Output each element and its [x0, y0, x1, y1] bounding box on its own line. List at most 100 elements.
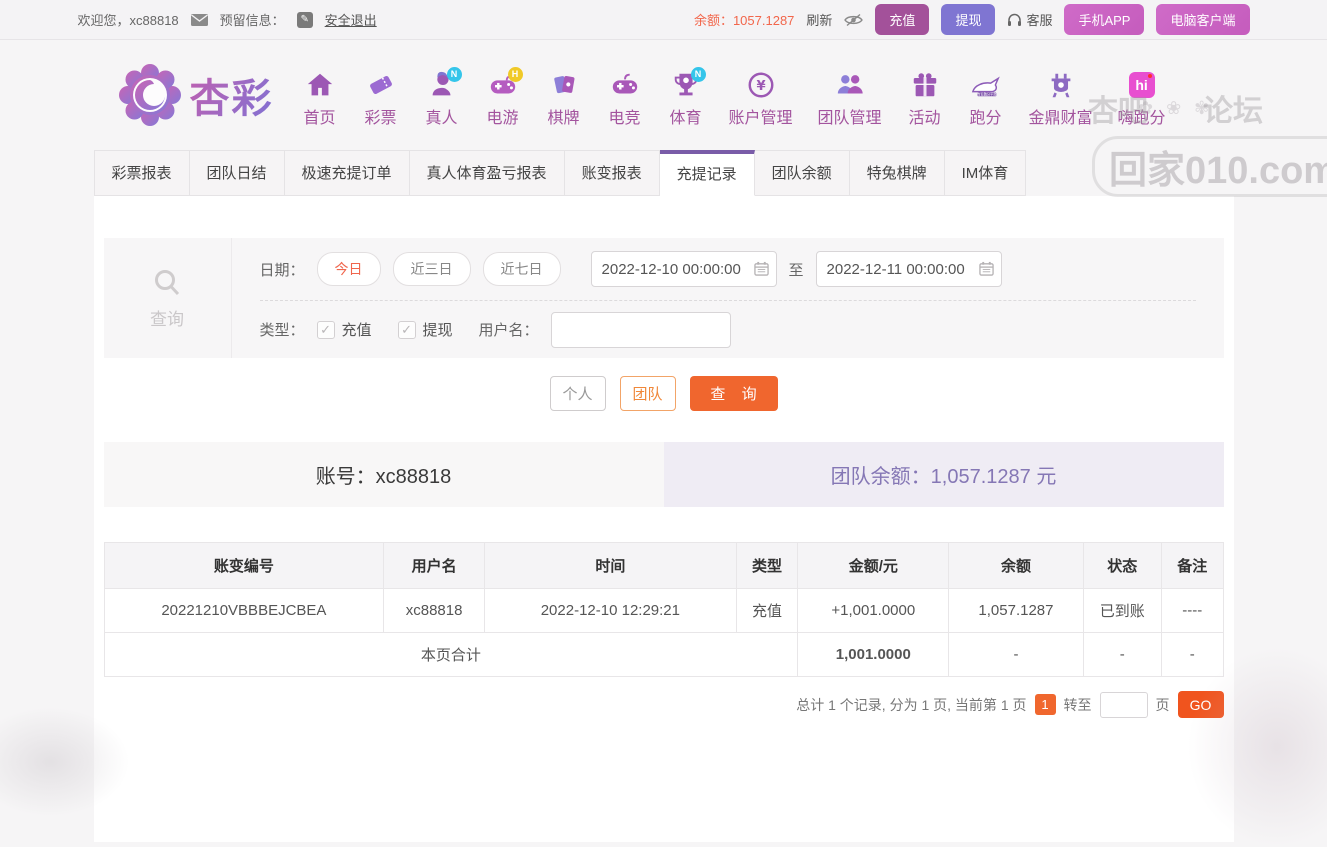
cell-type: 充值: [735, 588, 799, 633]
headset-icon: [1007, 13, 1022, 27]
nav-item-account[interactable]: ¥ 账户管理: [729, 69, 793, 128]
username-label: 用户名：: [478, 322, 539, 339]
col-amount: 金额/元: [797, 542, 950, 589]
footer-amount: 1,001.0000: [797, 632, 950, 677]
filter-side-label: 查询: [150, 309, 184, 329]
search-icon: [151, 267, 183, 299]
cell-change-id: 20221210VBBBEJCBEA: [103, 588, 385, 633]
current-page-button[interactable]: 1: [1034, 694, 1056, 715]
nav-item-esports[interactable]: 电竞: [607, 69, 643, 128]
checkbox-check-icon: ✓: [316, 320, 335, 339]
mobile-app-button[interactable]: 手机APP: [1064, 4, 1145, 35]
nav-item-sports[interactable]: N 体育: [668, 66, 706, 128]
nav-item-hipaofen[interactable]: hi 嗨跑分: [1118, 69, 1166, 128]
search-button[interactable]: 查 询: [689, 376, 778, 411]
logo-text: 杏彩: [190, 66, 274, 124]
col-username: 用户名: [383, 542, 485, 589]
team-people-icon: [833, 69, 867, 101]
tab-team-balance[interactable]: 团队余额: [754, 150, 850, 196]
eye-off-icon[interactable]: [844, 13, 864, 27]
checkbox-check-icon: ✓: [397, 320, 416, 339]
refresh-button[interactable]: 刷新: [806, 10, 832, 29]
balance-value: 1057.1287: [732, 13, 795, 28]
preset-3days[interactable]: 近三日: [392, 252, 471, 286]
nav-item-promo[interactable]: 活动: [907, 69, 943, 128]
date-to-input[interactable]: [815, 251, 1002, 287]
nav-item-lottery[interactable]: 彩票: [363, 69, 399, 128]
pagination: 总计 1 个记录, 分为 1 页, 当前第 1 页 1 转至 页 GO: [104, 691, 1224, 718]
nav-item-chess[interactable]: 棋牌: [546, 69, 582, 128]
tab-deposit-withdraw-records[interactable]: 充提记录: [659, 150, 755, 196]
table-header-row: 账变编号 用户名 时间 类型 金额/元 余额 状态 备注: [103, 542, 1224, 589]
balance-text: 余额：1057.1287: [693, 13, 795, 28]
go-button[interactable]: GO: [1177, 691, 1224, 718]
nav-item-team[interactable]: 团队管理: [818, 69, 882, 128]
cell-remark: ----: [1160, 588, 1224, 633]
withdraw-checkbox[interactable]: ✓ 提现: [397, 319, 453, 340]
svg-text:¥: ¥: [756, 79, 765, 94]
site-logo[interactable]: 杏彩: [118, 63, 274, 127]
main-nav: 首页 彩票 N 真人 H 电游 棋牌 电竞 N 体育 ¥ 账户管理 团队管理 活…: [302, 63, 1166, 128]
account-coin-icon: ¥: [744, 69, 778, 101]
gift-icon: [908, 69, 942, 101]
lottery-ticket-icon: [364, 69, 398, 101]
personal-button[interactable]: 个人: [549, 376, 606, 411]
nav-item-paofen[interactable]: 专业跑分平台 跑分: [968, 69, 1004, 128]
deposit-checkbox[interactable]: ✓ 充值: [316, 319, 372, 340]
records-table: 账变编号 用户名 时间 类型 金额/元 余额 状态 备注 20221210VBB…: [103, 542, 1224, 677]
team-button[interactable]: 团队: [619, 376, 676, 411]
cards-icon: [547, 69, 581, 101]
esports-gamepad-icon: [608, 69, 642, 101]
golden-ding-icon: [1044, 69, 1078, 101]
preset-7days[interactable]: 近七日: [482, 252, 561, 286]
nav-item-home[interactable]: 首页: [302, 69, 338, 128]
deposit-button[interactable]: 充值: [875, 4, 930, 35]
nav-item-jinding[interactable]: 金鼎财富: [1029, 69, 1093, 128]
edit-icon[interactable]: ✎: [296, 11, 313, 28]
goto-page-input[interactable]: [1099, 691, 1148, 718]
welcome-text: 欢迎您，xc88818: [77, 13, 179, 28]
withdraw-button[interactable]: 提现: [941, 4, 996, 35]
nav-item-live[interactable]: N 真人: [424, 66, 462, 128]
cell-amount: +1,001.0000: [797, 588, 950, 633]
col-balance: 余额: [948, 542, 1084, 589]
table-row: 20221210VBBBEJCBEA xc88818 2022-12-10 12…: [103, 588, 1224, 633]
customer-service-link[interactable]: 客服: [1007, 10, 1052, 29]
col-status: 状态: [1082, 542, 1162, 589]
cell-time: 2022-12-10 12:29:21: [483, 588, 737, 633]
hi-paofen-icon: hi: [1125, 69, 1159, 101]
account-number: 账号：xc88818: [103, 442, 664, 507]
status-badge: 已到账: [1082, 588, 1162, 633]
tab-live-sports-pl[interactable]: 真人体育盈亏报表: [409, 150, 565, 196]
goto-label: 转至: [1063, 696, 1092, 713]
pc-client-button[interactable]: 电脑客户端: [1156, 4, 1250, 35]
tab-team-daily[interactable]: 团队日结: [189, 150, 285, 196]
cell-username: xc88818: [383, 588, 485, 633]
filter-block: 查询 日期： 今日 近三日 近七日 至: [103, 238, 1224, 358]
calendar-icon[interactable]: [978, 261, 994, 276]
watermark-text: 论坛: [1203, 95, 1263, 128]
username-input[interactable]: [550, 311, 731, 348]
site-header: 杏彩 首页 彩票 N 真人 H 电游 棋牌 电竞 N 体育 ¥ 账户管理 团队管…: [0, 40, 1327, 197]
tab-im-sports[interactable]: IM体育: [944, 150, 1027, 196]
account-summary-band: 账号：xc88818 团队余额：1,057.1287 元: [103, 442, 1224, 507]
table-footer-row: 本页合计 1,001.0000 - - -: [103, 632, 1224, 677]
topbar: 欢迎您，xc88818 预留信息： ✎ 安全退出 余额：1057.1287 刷新…: [0, 0, 1327, 40]
calendar-icon[interactable]: [753, 261, 769, 276]
cell-balance: 1,057.1287: [948, 588, 1084, 633]
home-icon: [303, 69, 337, 101]
nav-item-egames[interactable]: H 电游: [485, 66, 523, 128]
report-tabbar: 彩票报表 团队日结 极速充提订单 真人体育盈亏报表 账变报表 充提记录 团队余额…: [93, 150, 1234, 196]
new-badge: N: [690, 66, 706, 82]
tab-account-change[interactable]: 账变报表: [564, 150, 660, 196]
paofen-rhino-icon: 专业跑分平台: [969, 69, 1003, 101]
tab-tetu-chess[interactable]: 特兔棋牌: [849, 150, 945, 196]
preset-today[interactable]: 今日: [316, 252, 381, 286]
tab-express-orders[interactable]: 极速充提订单: [284, 150, 410, 196]
to-label: 至: [788, 261, 804, 279]
tab-lottery-report[interactable]: 彩票报表: [93, 150, 190, 196]
col-time: 时间: [483, 542, 737, 589]
date-from-input[interactable]: [590, 251, 777, 287]
mail-icon: [190, 13, 208, 26]
logout-link[interactable]: 安全退出: [325, 10, 377, 29]
